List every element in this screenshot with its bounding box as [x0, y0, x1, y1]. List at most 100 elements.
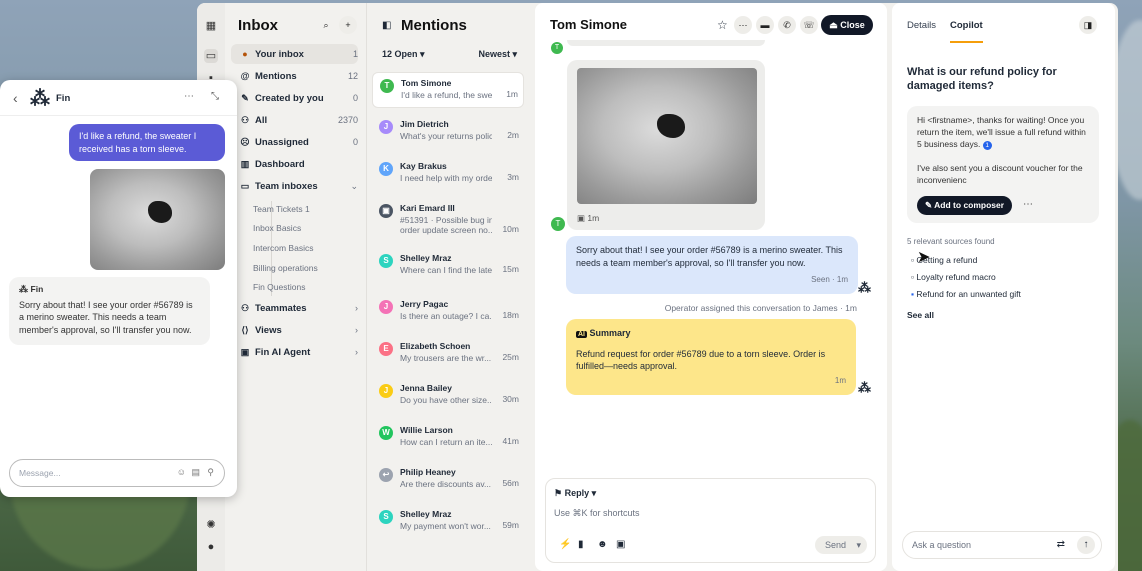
fin-logo-icon: ⁂	[19, 284, 28, 294]
list-item[interactable]: J Jim Dietrich What's your returns polic..…	[372, 114, 524, 150]
message-preview: order update screen no...	[400, 225, 492, 235]
message-preview: What's your returns polic...	[400, 131, 492, 141]
more-icon[interactable]: ⋯	[184, 91, 194, 102]
contact-name: Jenna Bailey	[400, 383, 452, 393]
contact-avatar: E	[379, 342, 393, 356]
see-all-link[interactable]: See all	[907, 310, 934, 320]
star-icon[interactable]: ☆	[717, 18, 728, 32]
open-filter-dropdown[interactable]: 12 Open ▾	[382, 49, 425, 60]
list-item[interactable]: W Willie Larson How can I return an ite...…	[372, 420, 524, 456]
attachment-icon[interactable]: ▣	[616, 539, 625, 550]
emoji-icon[interactable]: ☺	[177, 467, 186, 477]
list-item[interactable]: E Elizabeth Schoen My trousers are the wr.…	[372, 336, 524, 372]
add-icon[interactable]: +	[339, 16, 357, 34]
nav-team-inboxes[interactable]: ▭ Team inboxes ⌄	[231, 176, 358, 196]
emoji-icon[interactable]: ☻	[597, 539, 608, 550]
nav-created-by-you[interactable]: ✎ Created by you 0	[231, 88, 358, 108]
conversation-title: Tom Simone	[550, 17, 628, 32]
mouse-cursor-icon: ➤	[917, 249, 931, 266]
user-message: I'd like a refund, the sweater I receive…	[69, 124, 225, 161]
torn-sweater-image[interactable]	[577, 68, 757, 204]
close-button[interactable]: ⏏ Close	[821, 15, 873, 35]
attachment-icon[interactable]: ⚲	[207, 467, 214, 478]
contact-avatar: K	[379, 162, 393, 176]
team-inbox-item[interactable]: Billing operations	[253, 263, 318, 273]
message-preview: Are there discounts av...	[400, 479, 492, 489]
list-item[interactable]: T Tom Simone I'd like a refund, the swe...…	[372, 72, 524, 108]
more-icon[interactable]: ⋯	[734, 16, 752, 34]
nav-views[interactable]: ⟨⟩ Views ›	[231, 320, 358, 340]
tear-mark	[148, 201, 172, 223]
lightning-icon[interactable]: ⚡	[559, 539, 571, 550]
list-item[interactable]: ▣ Kari Emard III #51391 · Possible bug in o…	[372, 198, 524, 244]
user-avatar: T	[551, 42, 563, 54]
sort-dropdown[interactable]: Newest ▾	[478, 49, 517, 60]
nav-all[interactable]: ⚇ All 2370	[231, 110, 358, 130]
message-preview: Do you have other size...	[400, 395, 492, 405]
list-item[interactable]: J Jerry Pagac Is there an outage? I ca... 1…	[372, 294, 524, 330]
source-item[interactable]: ▫ Loyalty refund macro	[911, 272, 996, 282]
back-icon[interactable]: ‹	[13, 90, 18, 106]
user-avatar-icon[interactable]: ●	[204, 540, 218, 554]
contact-name: Jerry Pagac	[400, 299, 449, 309]
nav-fin-ai-agent[interactable]: ▣ Fin AI Agent ›	[231, 342, 358, 362]
send-arrow-icon[interactable]: ↑	[1077, 536, 1095, 554]
gif-icon[interactable]: ▤	[191, 467, 200, 478]
logo-icon[interactable]: ▦	[204, 19, 218, 33]
contact-name: Kari Emard III	[400, 203, 455, 213]
ask-question-input[interactable]: Ask a question ⇄ ↑	[902, 531, 1102, 559]
collapse-icon[interactable]: ⤡	[211, 91, 219, 102]
panel-toggle-icon[interactable]: ◨	[1079, 16, 1097, 34]
tab-details[interactable]: Details	[907, 20, 936, 31]
message-preview: My payment won't wor...	[400, 521, 491, 531]
settings-sliders-icon[interactable]: ⇄	[1057, 539, 1065, 550]
sources-label: 5 relevant sources found	[907, 237, 995, 246]
contact-avatar: W	[379, 426, 393, 440]
nav-dashboard[interactable]: ▥ Dashboard	[231, 154, 358, 174]
team-inbox-item[interactable]: Team Tickets 1	[253, 204, 310, 214]
team-inbox-item[interactable]: Fin Questions	[253, 282, 305, 292]
send-button[interactable]: Send ▾	[815, 536, 867, 554]
source-ref-badge[interactable]: 1	[982, 141, 992, 150]
message-preview: I'd like a refund, the swe...	[401, 90, 493, 100]
chevron-down-icon[interactable]: ⌄	[350, 181, 358, 192]
call-icon[interactable]: ☏	[800, 16, 818, 34]
nav-unassigned[interactable]: ☹ Unassigned 0	[231, 132, 358, 152]
contact-name: Willie Larson	[400, 425, 453, 435]
torn-sweater-image[interactable]	[90, 169, 225, 270]
more-icon[interactable]: ⋯	[1023, 199, 1033, 211]
inbox-tray-icon: ▭	[240, 180, 250, 191]
app-window: ▦ ▭ ▪ ✺ ● Inbox ⌕ + ● Your inbox 1 @ Mentio…	[197, 3, 1118, 571]
chevron-right-icon: ›	[355, 303, 358, 313]
message-input[interactable]: Message... ☺ ▤ ⚲	[9, 459, 225, 487]
list-item[interactable]: K Kay Brakus I need help with my order 3m	[372, 156, 524, 192]
contact-avatar: ↩	[379, 468, 393, 482]
list-item[interactable]: ↩ Philip Heaney Are there discounts av... 5…	[372, 462, 524, 498]
add-to-composer-button[interactable]: ✎ Add to composer	[917, 196, 1013, 215]
source-item[interactable]: ▪ Refund for an unwanted gift	[911, 289, 1021, 299]
list-item[interactable]: S Shelley Mraz Where can I find the late 15…	[372, 248, 524, 284]
nav-your-inbox[interactable]: ● Your inbox 1	[231, 44, 358, 64]
brackets-icon: ⟨⟩	[241, 324, 249, 335]
search-icon[interactable]: ⌕	[317, 16, 335, 34]
bookmark-icon[interactable]: ▮	[578, 539, 584, 550]
snooze-icon[interactable]: ▬	[756, 16, 774, 34]
contact-avatar: J	[379, 384, 393, 398]
team-inbox-item[interactable]: Inbox Basics	[253, 223, 301, 233]
contact-name: Shelley Mraz	[400, 509, 452, 519]
sidebar-toggle-icon[interactable]: ◧	[382, 20, 391, 31]
nav-teammates[interactable]: ⚇ Teammates ›	[231, 298, 358, 318]
message-time: 3m	[507, 172, 519, 182]
inbox-icon[interactable]: ▭	[204, 49, 218, 63]
mentions-title: Mentions	[401, 17, 467, 34]
team-inbox-item[interactable]: Intercom Basics	[253, 243, 313, 253]
list-item[interactable]: S Shelley Mraz My payment won't wor... 59m	[372, 504, 524, 540]
reply-mode-dropdown[interactable]: ⚑ Reply ▾	[554, 488, 596, 499]
tab-copilot[interactable]: Copilot	[950, 20, 983, 43]
contact-name: Shelley Mraz	[400, 253, 452, 263]
phone-icon[interactable]: ✆	[778, 16, 796, 34]
settings-icon[interactable]: ✺	[204, 518, 218, 532]
nav-mentions[interactable]: @ Mentions 12	[231, 66, 358, 86]
list-item[interactable]: J Jenna Bailey Do you have other size... 30…	[372, 378, 524, 414]
composer-input[interactable]: Use ⌘K for shortcuts	[554, 508, 640, 519]
